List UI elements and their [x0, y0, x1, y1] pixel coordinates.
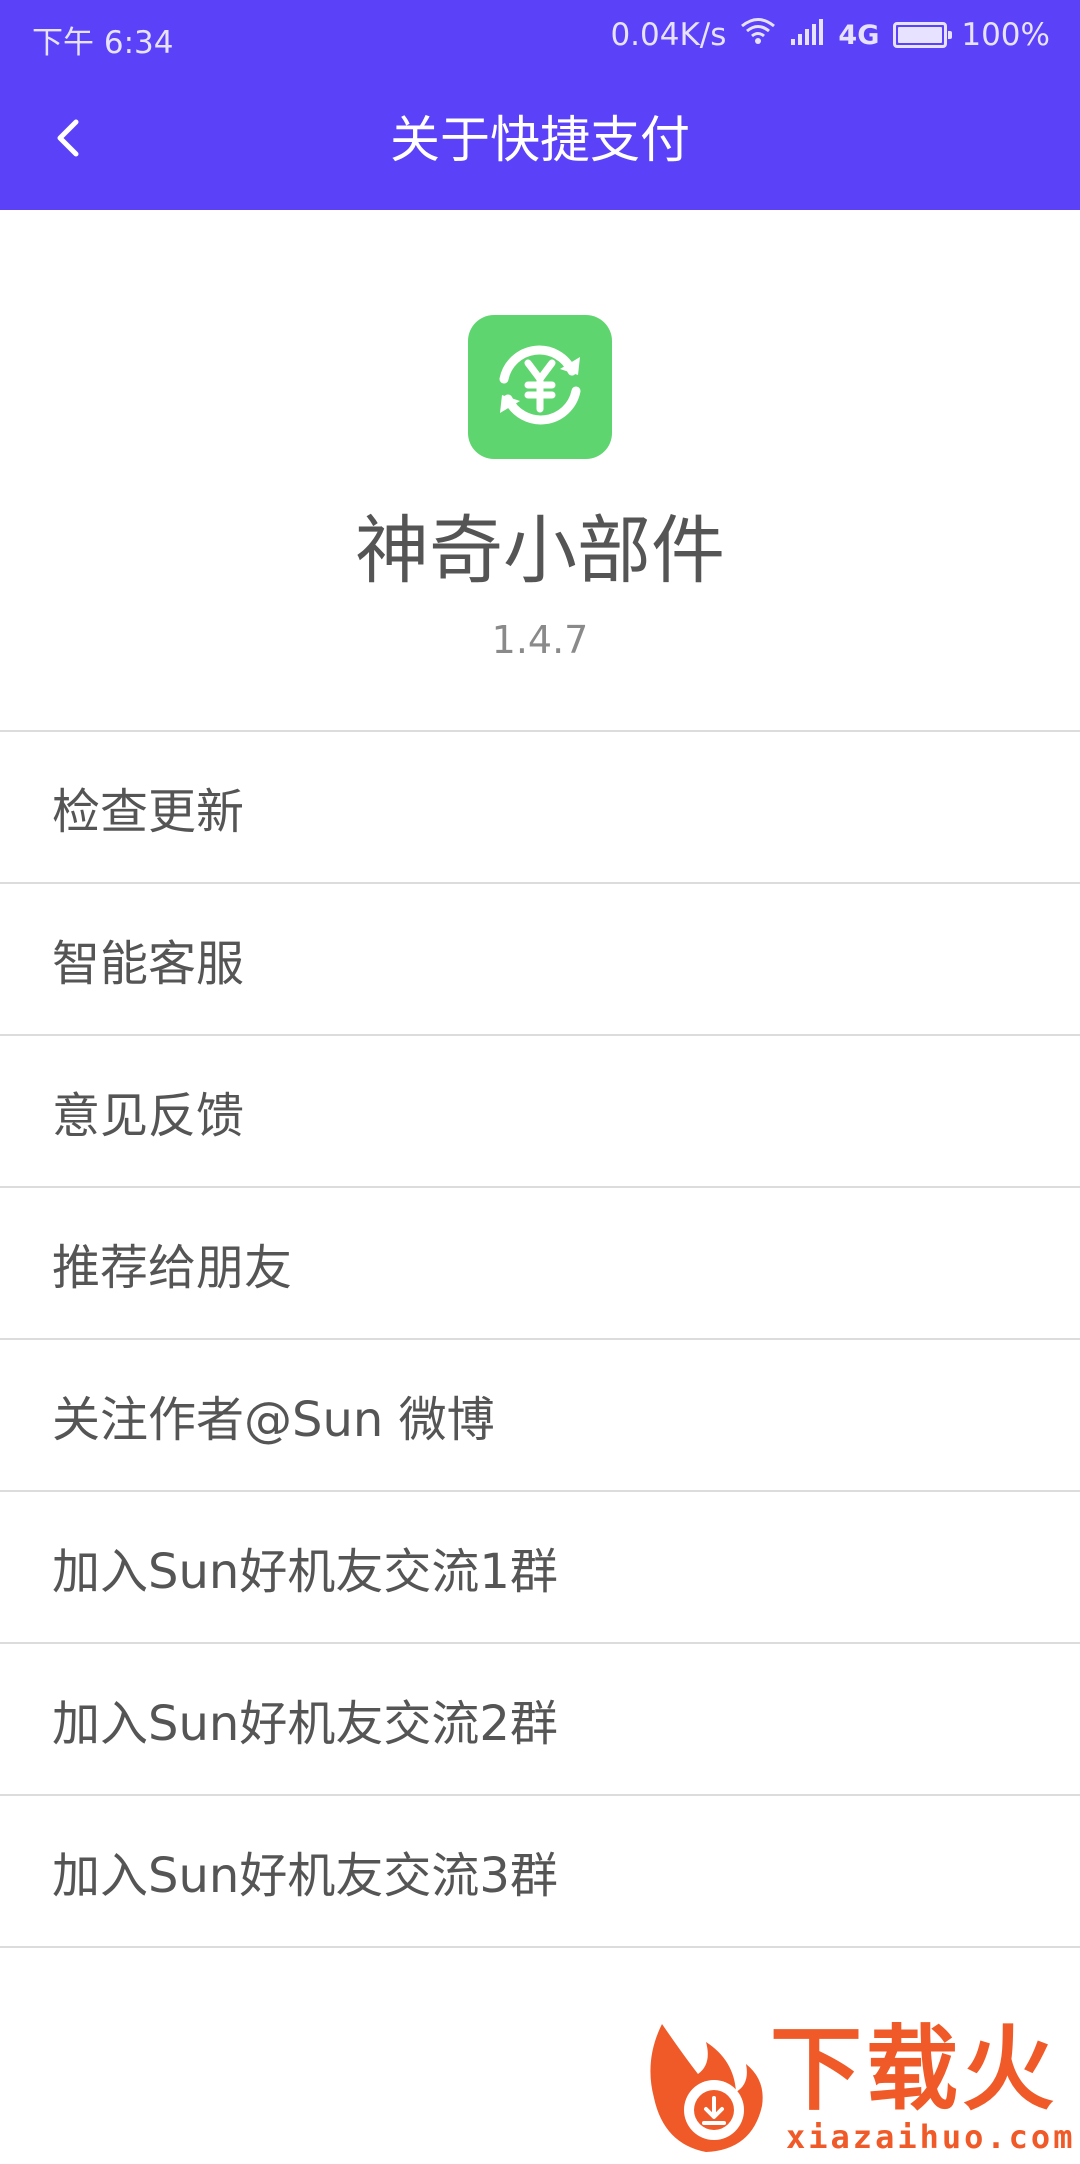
status-right: 0.04K/s 4G 100%: [596, 17, 1050, 53]
wifi-icon: [740, 17, 776, 53]
menu-item-recommend[interactable]: 推荐给朋友: [0, 1188, 1080, 1340]
app-version: 1.4.7: [491, 618, 589, 662]
app-bar: 下午 6:34 0.04K/s 4G 100% 关于快捷支付: [0, 0, 1080, 210]
menu-item-customer-service[interactable]: 智能客服: [0, 884, 1080, 1036]
yen-refresh-icon: [490, 335, 590, 439]
settings-menu: 检查更新 智能客服 意见反馈 推荐给朋友 关注作者@Sun 微博 加入Sun好机…: [0, 730, 1080, 1948]
app-icon: [468, 315, 612, 459]
watermark-url: xiazaihuo.com: [786, 2118, 1076, 2156]
menu-item-check-update[interactable]: 检查更新: [0, 732, 1080, 884]
menu-item-join-group-1[interactable]: 加入Sun好机友交流1群: [0, 1492, 1080, 1644]
status-bar: 下午 6:34 0.04K/s 4G 100%: [0, 0, 1080, 74]
watermark: 下载火 xiazaihuo.com: [640, 2018, 1080, 2160]
menu-item-join-group-2[interactable]: 加入Sun好机友交流2群: [0, 1644, 1080, 1796]
flame-logo-icon: [642, 2020, 770, 2164]
status-time: 下午 6:34: [32, 25, 174, 61]
watermark-text: 下载火: [770, 2016, 1059, 2123]
menu-item-join-group-3[interactable]: 加入Sun好机友交流3群: [0, 1796, 1080, 1948]
network-speed: 0.04K/s: [610, 17, 727, 53]
battery-fill: [898, 27, 943, 43]
toolbar: 关于快捷支付: [0, 74, 1080, 210]
menu-item-follow-author[interactable]: 关注作者@Sun 微博: [0, 1340, 1080, 1492]
menu-item-feedback[interactable]: 意见反馈: [0, 1036, 1080, 1188]
network-type: 4G: [838, 19, 880, 51]
battery-icon: [893, 22, 953, 48]
app-name: 神奇小部件: [355, 508, 725, 594]
battery-text: 100%: [961, 17, 1050, 53]
signal-icon: [790, 17, 824, 53]
page-title: 关于快捷支付: [390, 111, 690, 169]
